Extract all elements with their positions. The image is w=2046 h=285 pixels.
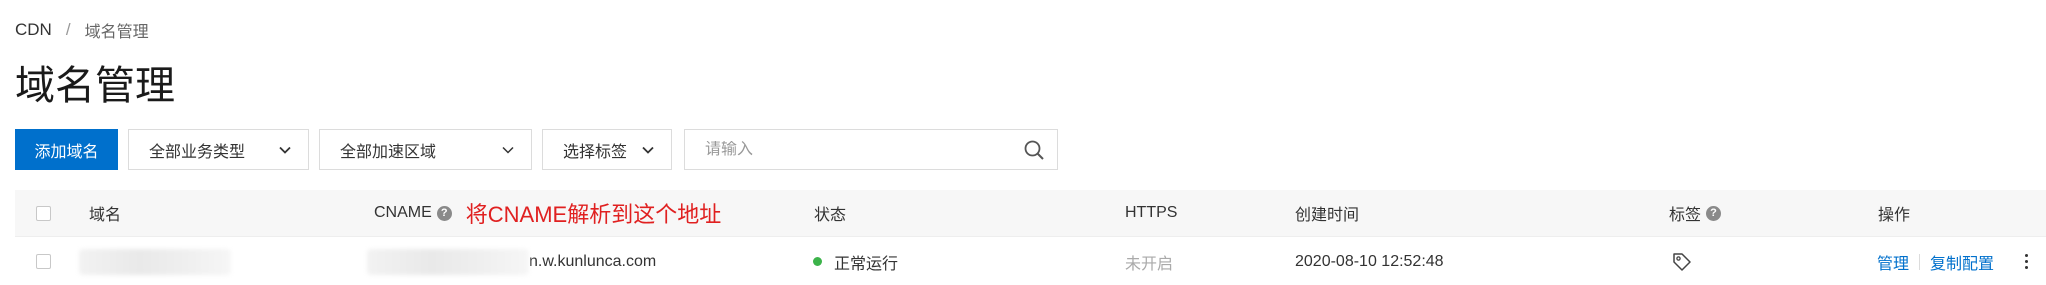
cname-value: n.w.kunlunca.com xyxy=(529,252,657,270)
header-status: 状态 xyxy=(814,207,847,224)
region-select[interactable]: 全部加速区域 xyxy=(319,129,532,170)
tag-select[interactable]: 选择标签 xyxy=(542,129,672,170)
https-status: 未开启 xyxy=(1125,255,1174,273)
table-row: n.w.kunlunca.com 正常运行 未开启 2020-08-10 12:… xyxy=(15,236,2046,285)
row-checkbox-cell xyxy=(36,254,51,269)
business-type-select[interactable]: 全部业务类型 xyxy=(128,129,309,170)
redacted-cname-prefix xyxy=(367,248,529,275)
header-cname: CNAME ? 将CNAME解析到这个地址 xyxy=(374,197,721,229)
chevron-down-icon xyxy=(279,146,291,154)
search-input[interactable] xyxy=(705,140,1023,159)
status-cell: 正常运行 xyxy=(813,250,898,274)
header-https: HTTPS xyxy=(1125,204,1178,221)
header-created: 创建时间 xyxy=(1295,207,1360,224)
help-icon[interactable]: ? xyxy=(436,205,452,221)
chevron-down-icon xyxy=(502,146,514,154)
action-divider xyxy=(1919,253,1921,270)
add-domain-button[interactable]: 添加域名 xyxy=(15,129,118,170)
cname-cell: n.w.kunlunca.com xyxy=(367,248,657,275)
breadcrumb: CDN / 域名管理 xyxy=(15,19,149,41)
cname-annotation: 将CNAME解析到这个地址 xyxy=(465,202,722,227)
help-icon[interactable]: ? xyxy=(1706,205,1722,221)
more-vertical-icon[interactable] xyxy=(2016,251,2036,273)
header-tags-label: 标签 xyxy=(1669,207,1702,224)
header-cname-label: CNAME xyxy=(374,204,432,221)
actions-cell: 管理 复制配置 xyxy=(1877,250,2036,274)
toolbar: 添加域名 全部业务类型 全部加速区域 选择标签 xyxy=(15,129,1058,170)
status-ok-dot xyxy=(813,257,822,266)
tag-icon[interactable] xyxy=(1671,251,1693,273)
region-label: 全部加速区域 xyxy=(340,143,437,161)
row-checkbox[interactable] xyxy=(36,254,51,269)
redacted-domain[interactable] xyxy=(79,248,231,275)
breadcrumb-separator: / xyxy=(65,20,71,39)
table-header: 域名 CNAME ? 将CNAME解析到这个地址 状态 HTTPS 创建时间 标… xyxy=(15,190,2046,236)
select-all-checkbox[interactable] xyxy=(36,205,51,221)
domain-cell xyxy=(79,248,231,275)
select-all-checkbox-cell xyxy=(36,205,51,221)
business-type-label: 全部业务类型 xyxy=(149,143,246,161)
breadcrumb-current: 域名管理 xyxy=(84,24,149,41)
header-domain: 域名 xyxy=(89,207,122,224)
chevron-down-icon xyxy=(642,146,654,154)
breadcrumb-cdn-link[interactable]: CDN xyxy=(15,20,52,40)
domain-table: 域名 CNAME ? 将CNAME解析到这个地址 状态 HTTPS 创建时间 标… xyxy=(15,190,2046,285)
search-icon[interactable] xyxy=(1023,139,1045,161)
manage-link[interactable]: 管理 xyxy=(1877,250,1909,274)
header-actions: 操作 xyxy=(1878,207,1911,224)
header-tags: 标签 ? xyxy=(1669,201,1722,225)
page-title: 域名管理 xyxy=(15,64,175,108)
search-box xyxy=(684,129,1058,170)
copy-config-link[interactable]: 复制配置 xyxy=(1930,250,1994,274)
tags-cell xyxy=(1671,251,1693,273)
status-text: 正常运行 xyxy=(834,255,899,273)
created-time: 2020-08-10 12:52:48 xyxy=(1295,252,1444,270)
tag-select-label: 选择标签 xyxy=(563,143,628,161)
